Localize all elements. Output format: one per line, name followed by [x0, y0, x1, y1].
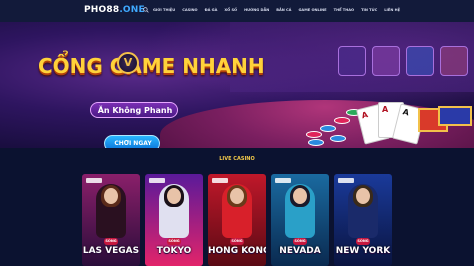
main-menu: GIỚI THIỆU CASINO ĐÁ GÀ XỔ SỐ HƯỚNG DẪN … — [153, 8, 407, 12]
logo-domain: .ONE — [119, 5, 145, 15]
provider-logo — [149, 178, 165, 183]
dealer-face — [167, 188, 181, 204]
banner-subtitle: Ăn Không Phanh — [97, 106, 173, 115]
logo-main: PHO88 — [84, 5, 120, 15]
game-thumbnail — [338, 46, 366, 76]
site-logo[interactable]: PHO88.ONE — [84, 5, 145, 15]
crown-badge-icon: V — [117, 52, 139, 74]
menu-item-lien-he[interactable]: LIÊN HỆ — [384, 8, 400, 12]
menu-item-da-ga[interactable]: ĐÁ GÀ — [205, 8, 218, 12]
song-badge: SÒNG — [293, 238, 307, 245]
top-nav: PHO88.ONE GIỚI THIỆU CASINO ĐÁ GÀ XỔ SỐ … — [0, 0, 474, 22]
gift-box-icon — [438, 106, 472, 126]
banner-title: CỔNG GAME NHANH — [38, 54, 265, 78]
song-badge: SÒNG — [356, 238, 370, 245]
play-now-button[interactable]: CHƠI NGAY — [104, 135, 160, 148]
casino-tile-new-york[interactable]: SÒNG NEW YORK — [334, 174, 392, 266]
song-badge: SÒNG — [104, 238, 118, 245]
dealer-face — [356, 188, 370, 204]
menu-item-ban-ca[interactable]: BẮN CÁ — [276, 8, 291, 12]
section-title: LIVE CASINO — [219, 156, 255, 162]
tile-city-label: LAS VEGAS — [82, 246, 140, 256]
game-thumbnail — [406, 46, 434, 76]
provider-logo — [86, 178, 102, 183]
provider-logo — [212, 178, 228, 183]
song-badge: SÒNG — [167, 238, 181, 245]
menu-item-huong-dan[interactable]: HƯỚNG DẪN — [244, 8, 269, 12]
hero-banner[interactable]: A A A CỔNG GAME NHANH V Ăn Không Phanh C… — [0, 22, 474, 148]
menu-item-game-online[interactable]: GAME ONLINE — [298, 8, 326, 12]
menu-item-xo-so[interactable]: XỔ SỐ — [224, 8, 237, 12]
tile-city-label: HONG KONG — [208, 246, 266, 256]
dealer-face — [104, 188, 118, 204]
tile-city-label: TOKYO — [156, 246, 192, 256]
casino-tile-hong-kong[interactable]: SÒNG HONG KONG — [208, 174, 266, 266]
menu-item-casino[interactable]: CASINO — [182, 8, 197, 12]
game-thumbnail — [440, 46, 468, 76]
casino-tile-nevada[interactable]: SÒNG NEVADA — [271, 174, 329, 266]
menu-item-the-thao[interactable]: THỂ THAO — [334, 8, 354, 12]
casino-tile-tokyo[interactable]: SÒNG TOKYO — [145, 174, 203, 266]
song-badge: SÒNG — [230, 238, 244, 245]
menu-item-gioi-thieu[interactable]: GIỚI THIỆU — [153, 8, 175, 12]
search-icon[interactable] — [143, 7, 149, 13]
game-thumbnail — [372, 46, 400, 76]
dealer-face — [293, 188, 307, 204]
provider-logo — [275, 178, 291, 183]
provider-logo — [338, 178, 354, 183]
menu-item-tin-tuc[interactable]: TIN TỨC — [361, 8, 377, 12]
play-now-label: CHƠI NGAY — [114, 140, 152, 147]
casino-tile-las-vegas[interactable]: SÒNG LAS VEGAS — [82, 174, 140, 266]
dealer-face — [230, 188, 244, 204]
live-casino-section: LIVE CASINO SÒNG LAS VEGAS SÒNG TOKYO SÒ… — [0, 148, 474, 266]
tile-city-label: NEVADA — [279, 246, 321, 256]
page: PHO88.ONE GIỚI THIỆU CASINO ĐÁ GÀ XỔ SỐ … — [0, 0, 474, 266]
banner-subtitle-pill: Ăn Không Phanh — [90, 102, 178, 118]
tile-city-label: NEW YORK — [335, 246, 391, 256]
